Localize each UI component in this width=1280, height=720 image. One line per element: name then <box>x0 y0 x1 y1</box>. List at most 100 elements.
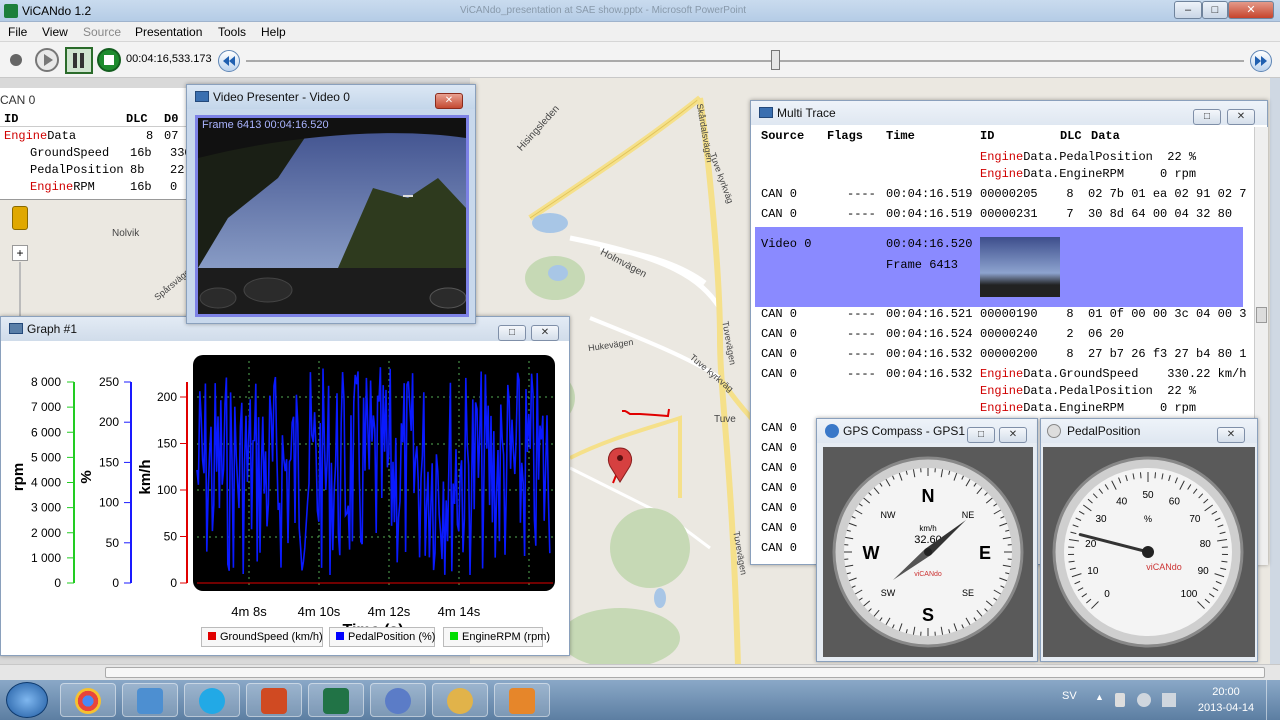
compass-maximize-button[interactable]: □ <box>967 427 995 443</box>
rpm-tick-label: 1 000 <box>31 551 61 565</box>
gauge-tick-label: 70 <box>1189 514 1201 525</box>
gauge-tick-label: 10 <box>1087 566 1099 577</box>
kmh-tick-label: 50 <box>164 530 178 544</box>
taskbar-app[interactable] <box>184 683 240 717</box>
table-row[interactable]: CAN 0 <box>761 501 797 519</box>
workspace-scrollbar[interactable] <box>0 664 1280 680</box>
legend-item[interactable]: EngineRPM (rpm) <box>443 627 550 647</box>
close-button[interactable]: ✕ <box>1228 1 1274 19</box>
taskbar-app[interactable] <box>122 683 178 717</box>
play-button[interactable] <box>35 48 59 72</box>
video-title: Video Presenter - Video 0 <box>213 90 350 104</box>
signal-row: EngineData.PedalPosition 22 % <box>980 384 1197 398</box>
table-row[interactable]: GroundSpeed 16b 330 <box>30 146 192 160</box>
table-row[interactable]: CAN 0 <box>761 441 797 459</box>
stop-button[interactable] <box>97 48 121 72</box>
minimize-button[interactable]: – <box>1174 1 1202 19</box>
zoom-in-icon[interactable]: + <box>12 245 28 261</box>
rpm-tick-label: 3 000 <box>31 501 61 515</box>
percent-tick-label: 200 <box>99 415 119 429</box>
menu-source[interactable]: Source <box>83 25 121 39</box>
menu-view[interactable]: View <box>42 25 68 39</box>
rpm-tick-label: 5 000 <box>31 450 61 464</box>
show-hidden-icons-icon[interactable]: ▲ <box>1095 692 1104 702</box>
graph-window-icon <box>9 323 23 334</box>
graph-close-button[interactable]: ✕ <box>531 325 559 341</box>
menu-tools[interactable]: Tools <box>218 25 246 39</box>
video-titlebar[interactable]: Video Presenter - Video 0 <box>187 85 475 109</box>
video-close-button[interactable]: ✕ <box>435 93 463 109</box>
menu-presentation[interactable]: Presentation <box>135 25 202 39</box>
tasks-icon <box>385 688 411 714</box>
menu-file[interactable]: File <box>8 25 27 39</box>
taskbar-app[interactable] <box>432 683 488 717</box>
street-view-pegman-icon[interactable] <box>12 206 28 230</box>
compass-close-button[interactable]: ✕ <box>999 427 1027 443</box>
record-button[interactable] <box>10 54 22 66</box>
pause-button[interactable] <box>65 47 93 74</box>
table-row[interactable]: CAN 0 <box>761 421 797 439</box>
table-row[interactable]: CAN 0 <box>761 481 797 499</box>
compass-logo: viCANdo <box>914 571 942 578</box>
gauge-tick <box>1154 472 1157 479</box>
start-button[interactable] <box>6 682 48 718</box>
signal-row: EngineData.EngineRPM 0 rpm <box>980 401 1197 415</box>
menu-help[interactable]: Help <box>261 25 286 39</box>
table-row[interactable]: CAN 0 <box>761 461 797 479</box>
percent-tick-label: 150 <box>99 455 119 469</box>
signal-row: EngineData.GroundSpeed 330.22 km/h <box>980 367 1247 381</box>
graph-maximize-button[interactable]: □ <box>498 325 526 341</box>
video-trace-row[interactable]: Video 0 00:04:16.520 Frame 6413 <box>755 227 1243 307</box>
table-row[interactable]: CAN 0 ---- 00:04:16.524 00000240 2 06 20 <box>751 327 1251 345</box>
header-d0: D0 <box>164 112 179 126</box>
rewind-button[interactable] <box>218 50 240 72</box>
legend-item[interactable]: PedalPosition (%) <box>329 627 435 647</box>
fast-forward-button[interactable] <box>1250 50 1272 72</box>
table-row[interactable]: CAN 0 ---- 00:04:16.521 00000190 8 01 0f 00… <box>751 307 1251 325</box>
clock-date[interactable]: 2013-04-14 <box>1196 702 1256 714</box>
window-title: ViCANdo 1.2 <box>22 4 92 18</box>
language-indicator[interactable]: SV <box>1062 690 1077 702</box>
table-row[interactable]: EngineData 8 07 <box>4 129 184 143</box>
percent-tick-label: 100 <box>99 496 119 510</box>
zoom-track[interactable] <box>19 262 21 316</box>
gauge-unit: % <box>1144 514 1152 524</box>
battery-icon[interactable] <box>1115 693 1125 707</box>
table-row[interactable]: PedalPosition 8b 22 <box>30 163 186 177</box>
map-view-left[interactable]: + Nolvik Spårsvägen <box>0 200 196 316</box>
pedal-close-button[interactable]: ✕ <box>1217 427 1245 443</box>
show-desktop-button[interactable] <box>1266 680 1280 720</box>
timeline-slider-thumb[interactable] <box>770 50 780 70</box>
legend-swatch <box>336 632 344 640</box>
table-row[interactable]: CAN 0 ---- 00:04:16.532 00000200 8 27 b7 26… <box>751 347 1251 365</box>
taskbar-app[interactable] <box>494 683 550 717</box>
gauge-tick-label: 0 <box>1104 589 1110 600</box>
network-icon[interactable] <box>1137 693 1151 707</box>
compass-intercardinal: SE <box>962 588 974 598</box>
taskbar-app[interactable] <box>308 683 364 717</box>
kmh-tick-label: 200 <box>157 390 177 404</box>
clock-time[interactable]: 20:00 <box>1196 686 1256 698</box>
play-icon <box>44 54 53 66</box>
graph-title: Graph #1 <box>27 322 78 336</box>
compass-intercardinal: SW <box>881 588 896 598</box>
maximize-button[interactable]: □ <box>1202 1 1228 19</box>
table-row[interactable]: CAN 0 ---- 00:04:16.519 00000231 7 30 8d 64… <box>751 207 1251 225</box>
table-row[interactable]: CAN 0 <box>761 521 797 539</box>
x-tick-label: 4m 12s <box>368 604 411 619</box>
taskbar: SV ▲ 20:00 2013-04-14 <box>0 680 1280 720</box>
gauge-tick-label: 50 <box>1142 490 1154 501</box>
table-row[interactable]: CAN 0 <box>761 541 797 559</box>
taskbar-app[interactable] <box>370 683 426 717</box>
table-row[interactable]: EngineRPM 16b 0 <box>30 180 186 194</box>
table-row[interactable]: CAN 0 ---- 00:04:16.519 00000205 8 02 7b 01… <box>751 187 1251 205</box>
volume-icon[interactable] <box>1162 693 1176 707</box>
multitrace-scroll-thumb[interactable] <box>1256 307 1267 323</box>
signal-row: EngineData.PedalPosition 22 % <box>980 150 1197 164</box>
taskbar-app[interactable] <box>60 683 116 717</box>
timeline-track[interactable] <box>246 60 1244 62</box>
legend-item[interactable]: GroundSpeed (km/h) <box>201 627 323 647</box>
d0-value: 07 <box>164 129 179 143</box>
workspace-scroll-thumb[interactable] <box>105 667 1265 678</box>
taskbar-app[interactable] <box>246 683 302 717</box>
